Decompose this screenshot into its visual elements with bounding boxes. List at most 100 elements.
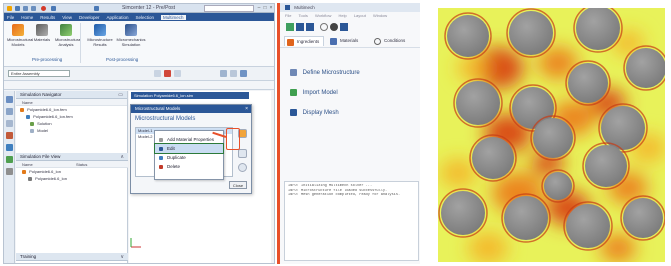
microstructure-icon — [290, 69, 297, 76]
tree-row-label: Model — [37, 128, 49, 133]
workflow-step-import-model[interactable]: Import Model — [290, 89, 338, 96]
menu-selection[interactable]: Selection — [136, 15, 155, 20]
nx-logo-icon — [7, 6, 12, 11]
mp-menu-window[interactable]: Window — [373, 13, 387, 18]
grid-icon[interactable] — [220, 70, 227, 77]
point-icon[interactable] — [164, 70, 171, 77]
close-button[interactable]: Close — [229, 181, 247, 189]
tab-label: Ingredients — [297, 39, 320, 44]
menu-item-add-material-properties[interactable]: Add Material Properties — [155, 135, 223, 144]
save-icon[interactable] — [296, 23, 304, 31]
system-materials-icon[interactable] — [6, 168, 13, 175]
settings-icon[interactable] — [320, 23, 328, 31]
command-search-input[interactable] — [204, 5, 254, 12]
panel-menu-icon[interactable]: ▭ — [118, 91, 123, 99]
tree-row[interactable]: Polyamide6.6_lon.fem — [16, 106, 127, 113]
tab-ingredients[interactable]: Ingredients — [284, 36, 324, 46]
fiber — [623, 198, 663, 238]
snap-icon[interactable] — [154, 70, 161, 77]
tree-row-label: Polyamide6.6_lon — [29, 169, 61, 174]
menu-item-delete[interactable]: Delete — [155, 162, 223, 171]
expand-icon[interactable]: ∨ — [120, 253, 124, 261]
tab-conditions[interactable]: Conditions — [372, 36, 416, 46]
ribbon: Microstructural Models Materials Microst… — [4, 21, 274, 67]
microstructural-models-button[interactable]: Microstructural Models — [7, 24, 33, 47]
workspace-tab[interactable]: Simulation Polyamide6.6_lon.sim — [131, 92, 249, 99]
fiber — [585, 145, 627, 187]
dialog-section-title: Microstructural Models — [135, 116, 196, 122]
fiber — [447, 15, 489, 57]
micromechanics-simulation-label: Micromechanics Simulation — [116, 37, 146, 47]
web-browser-icon[interactable] — [6, 144, 13, 151]
menu-results[interactable]: Results — [40, 15, 55, 20]
tree-row[interactable]: Polyamide6.6_lon — [16, 175, 128, 182]
workflow-step-label: Display Mesh — [302, 110, 339, 117]
assembly-icon[interactable] — [6, 108, 13, 115]
mp-menu-layout[interactable]: Layout — [354, 13, 366, 18]
new-icon[interactable] — [286, 23, 294, 31]
mp-menu-workflow[interactable]: Workflow — [315, 13, 331, 18]
refresh-button[interactable] — [238, 163, 247, 172]
collapse-icon[interactable]: ∧ — [120, 153, 124, 161]
menu-item-label: Duplicate — [167, 155, 186, 160]
sim-file-view-title: Simulation File View — [20, 154, 61, 159]
tab-materials[interactable]: Materials — [328, 36, 368, 46]
model-options-button[interactable] — [238, 149, 247, 158]
microstructural-analysis-button[interactable]: Microstructural Analysis — [55, 24, 81, 47]
mp-menu-file[interactable]: File — [285, 13, 291, 18]
menu-item-label: Edit — [167, 146, 175, 151]
titlebar: Simcenter 12 - Pre/Post – □ × — [4, 4, 274, 13]
selection-filter-dropdown[interactable]: Entire Assembly — [8, 70, 70, 77]
menu-file[interactable]: File — [7, 15, 14, 20]
selection-toolbar: Entire Assembly — [4, 67, 274, 81]
switch-window-icon[interactable] — [51, 6, 56, 11]
menu-view[interactable]: View — [62, 15, 72, 20]
menu-home[interactable]: Home — [21, 15, 33, 20]
redo-icon[interactable] — [31, 6, 36, 11]
undo-icon[interactable] — [23, 6, 28, 11]
log-line: INFO: Mesh generation completed, ready f… — [288, 193, 401, 198]
dialog-title: Microstructural Models — [135, 106, 181, 111]
menu-developer[interactable]: Developer — [79, 15, 100, 20]
reuse-library-icon[interactable] — [6, 132, 13, 139]
record-icon[interactable] — [41, 6, 46, 11]
dialog-close-icon[interactable]: × — [245, 105, 248, 113]
microstructure-results-button[interactable]: Microstructure Results — [86, 24, 114, 47]
mp-menu-tools[interactable]: Tools — [299, 13, 308, 18]
results-icon — [94, 24, 106, 36]
tab-label: Materials — [340, 38, 359, 43]
navigator-icon[interactable] — [6, 96, 13, 103]
run-icon[interactable] — [330, 23, 338, 31]
menu-multimech[interactable]: Multimech — [161, 14, 186, 20]
mesh-icon — [290, 109, 297, 116]
workflow-step-define-microstructure[interactable]: Define Microstructure — [290, 69, 360, 76]
save-all-icon[interactable] — [306, 23, 314, 31]
display-icon[interactable] — [240, 70, 247, 77]
menu-application[interactable]: Application — [107, 15, 129, 20]
tree-row[interactable]: Solution — [16, 120, 127, 127]
tree-row[interactable]: Model — [16, 127, 127, 134]
roles-icon[interactable] — [6, 156, 13, 163]
bottom-panel-header[interactable]: Training ∨ — [16, 253, 128, 261]
ribbon-group-preprocessing: Pre-processing — [32, 57, 63, 62]
menu-item-duplicate[interactable]: Duplicate — [155, 153, 223, 162]
mp-menu-help[interactable]: Help — [338, 13, 346, 18]
grid-view-icon[interactable] — [340, 23, 348, 31]
save-icon[interactable] — [15, 6, 20, 11]
close-icon[interactable]: × — [268, 5, 274, 11]
micromechanics-simulation-button[interactable]: Micromechanics Simulation — [116, 24, 146, 47]
vector-icon[interactable] — [174, 70, 181, 77]
workflow-step-display-mesh[interactable]: Display Mesh — [290, 109, 339, 116]
fiber — [472, 137, 514, 179]
tree-row[interactable]: Polyamide6.6_lon — [16, 168, 128, 175]
filter-icon[interactable] — [230, 70, 237, 77]
menu-item-edit[interactable]: Edit — [154, 143, 224, 154]
materials-button[interactable]: Materials — [31, 24, 53, 43]
multimech-toolbar — [280, 20, 420, 34]
window-icon[interactable] — [94, 6, 99, 11]
fem-file-icon — [26, 114, 30, 119]
tree-row[interactable]: Polyamide6.6_lon.fem — [16, 113, 127, 120]
resource-bar — [4, 91, 15, 263]
history-icon[interactable] — [6, 120, 13, 127]
conditions-icon — [374, 37, 381, 45]
